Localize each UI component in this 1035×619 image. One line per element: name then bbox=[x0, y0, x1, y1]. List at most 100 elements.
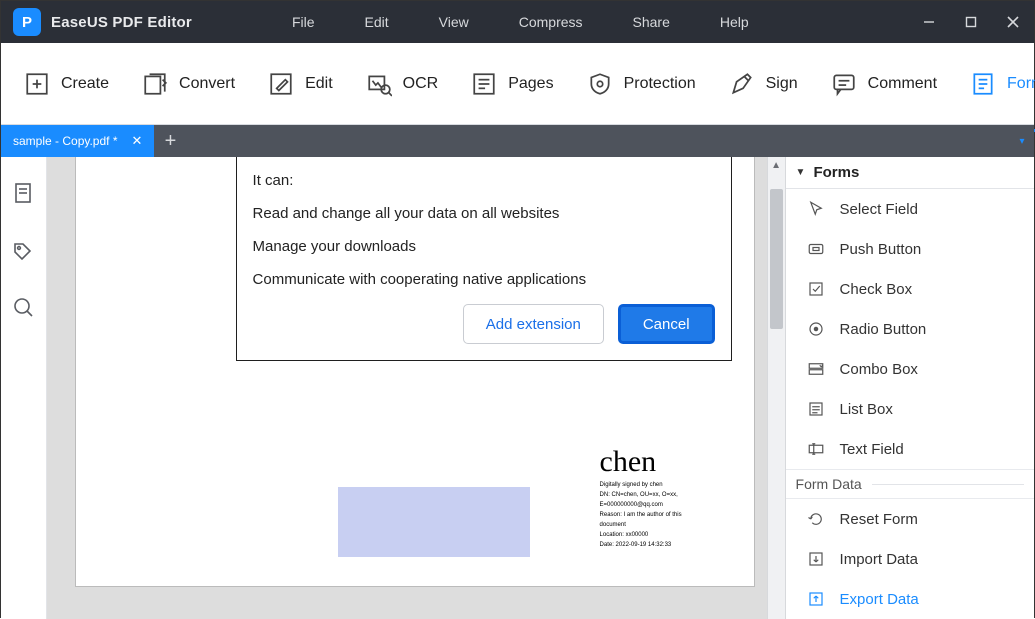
signature-name: chen bbox=[600, 445, 720, 479]
reset-form-button[interactable]: Reset Form bbox=[786, 499, 1034, 539]
ocr-label: OCR bbox=[403, 75, 439, 93]
forms-button[interactable]: Forms bbox=[957, 60, 1035, 108]
signature-line-7: Date: 2022-09-19 14:32:33 bbox=[600, 541, 720, 549]
menu-file[interactable]: File bbox=[292, 14, 315, 30]
digital-signature[interactable]: chen Digitally signed by chen DN: CN=che… bbox=[600, 445, 720, 549]
convert-button[interactable]: Convert bbox=[129, 60, 247, 108]
create-label: Create bbox=[61, 75, 109, 93]
forms-label: Forms bbox=[1007, 75, 1035, 93]
combo-box-tool[interactable]: Combo Box bbox=[786, 349, 1034, 389]
check-box-tool[interactable]: Check Box bbox=[786, 269, 1034, 309]
dialog-lead: It can: bbox=[253, 172, 715, 189]
thumbnails-button[interactable] bbox=[11, 181, 35, 210]
maximize-button[interactable] bbox=[950, 1, 992, 43]
extension-dialog: It can: Read and change all your data on… bbox=[236, 157, 732, 361]
radio-button-label: Radio Button bbox=[840, 321, 927, 338]
ocr-button[interactable]: OCR bbox=[353, 60, 451, 108]
window-controls bbox=[908, 1, 1034, 43]
canvas-viewport[interactable]: It can: Read and change all your data on… bbox=[47, 157, 767, 619]
form-data-label: Form Data bbox=[796, 476, 862, 492]
minimize-button[interactable] bbox=[908, 1, 950, 43]
checkbox-icon bbox=[806, 279, 826, 299]
pages-label: Pages bbox=[508, 75, 553, 93]
radio-icon bbox=[806, 319, 826, 339]
signature-line-6: Location: xx00000 bbox=[600, 531, 720, 539]
convert-icon bbox=[141, 70, 169, 98]
search-icon bbox=[11, 295, 35, 319]
convert-label: Convert bbox=[179, 75, 235, 93]
ocr-icon bbox=[365, 70, 393, 98]
edit-icon bbox=[267, 70, 295, 98]
menu-compress[interactable]: Compress bbox=[519, 14, 583, 30]
signature-line-4: Reason: I am the author of this bbox=[600, 511, 720, 519]
text-field-tool[interactable]: Text Field bbox=[786, 429, 1034, 469]
import-data-label: Import Data bbox=[840, 551, 918, 568]
scroll-up-icon[interactable]: ▲ bbox=[768, 157, 785, 173]
edit-button[interactable]: Edit bbox=[255, 60, 345, 108]
sign-button[interactable]: Sign bbox=[716, 60, 810, 108]
close-icon bbox=[1007, 16, 1019, 28]
import-data-button[interactable]: Import Data bbox=[786, 539, 1034, 579]
search-button[interactable] bbox=[11, 295, 35, 324]
protection-button[interactable]: Protection bbox=[574, 60, 708, 108]
forms-panel: ▼ Forms Select Field Push Button Check B… bbox=[785, 157, 1034, 619]
export-data-button[interactable]: Export Data bbox=[786, 579, 1034, 619]
push-button-label: Push Button bbox=[840, 241, 922, 258]
select-field-tool[interactable]: Select Field bbox=[786, 189, 1034, 229]
button-icon bbox=[806, 239, 826, 259]
tab-dropdown[interactable]: ▾ bbox=[1010, 125, 1034, 157]
radio-button-tool[interactable]: Radio Button bbox=[786, 309, 1034, 349]
create-button[interactable]: Create bbox=[11, 60, 121, 108]
comment-label: Comment bbox=[868, 75, 937, 93]
menu-help[interactable]: Help bbox=[720, 14, 749, 30]
protection-label: Protection bbox=[624, 75, 696, 93]
list-box-label: List Box bbox=[840, 401, 893, 418]
document-tab[interactable]: sample - Copy.pdf * ✕ bbox=[1, 125, 154, 157]
cancel-button[interactable]: Cancel bbox=[618, 304, 715, 344]
dialog-perm-2: Manage your downloads bbox=[253, 238, 715, 255]
maximize-icon bbox=[965, 16, 977, 28]
signature-line-2: DN: CN=chen, OU=xx, O=xx, bbox=[600, 491, 720, 499]
signature-line-5: document bbox=[600, 521, 720, 529]
divider bbox=[872, 484, 1024, 485]
form-data-group: Form Data bbox=[786, 469, 1034, 499]
form-text-field[interactable] bbox=[338, 487, 530, 557]
forms-icon bbox=[969, 70, 997, 98]
add-tab-button[interactable]: + bbox=[154, 125, 186, 157]
text-field-label: Text Field bbox=[840, 441, 904, 458]
push-button-tool[interactable]: Push Button bbox=[786, 229, 1034, 269]
combobox-icon bbox=[806, 359, 826, 379]
list-box-tool[interactable]: List Box bbox=[786, 389, 1034, 429]
tags-button[interactable] bbox=[11, 238, 35, 267]
comment-button[interactable]: Comment bbox=[818, 60, 949, 108]
close-button[interactable] bbox=[992, 1, 1034, 43]
export-data-label: Export Data bbox=[840, 591, 919, 608]
menu-bar: File Edit View Compress Share Help bbox=[292, 14, 749, 30]
menu-edit[interactable]: Edit bbox=[365, 14, 389, 30]
menu-view[interactable]: View bbox=[439, 14, 469, 30]
signature-line-1: Digitally signed by chen bbox=[600, 481, 720, 489]
dialog-perm-3: Communicate with cooperating native appl… bbox=[253, 271, 715, 288]
pointer-icon bbox=[806, 199, 826, 219]
vertical-scrollbar[interactable]: ▲ bbox=[767, 157, 785, 619]
add-extension-button[interactable]: Add extension bbox=[463, 304, 604, 344]
menu-share[interactable]: Share bbox=[633, 14, 670, 30]
pages-button[interactable]: Pages bbox=[458, 60, 565, 108]
comment-icon bbox=[830, 70, 858, 98]
create-icon bbox=[23, 70, 51, 98]
tab-close-button[interactable]: ✕ bbox=[132, 133, 143, 149]
scroll-thumb[interactable] bbox=[770, 189, 783, 329]
app-title: EaseUS PDF Editor bbox=[51, 14, 192, 31]
minimize-icon bbox=[923, 16, 935, 28]
protection-icon bbox=[586, 70, 614, 98]
left-sidebar bbox=[1, 157, 47, 619]
workspace: It can: Read and change all your data on… bbox=[1, 157, 1034, 619]
sign-label: Sign bbox=[766, 75, 798, 93]
export-icon bbox=[806, 589, 826, 609]
forms-panel-header[interactable]: ▼ Forms bbox=[786, 157, 1034, 189]
reset-icon bbox=[806, 509, 826, 529]
combo-box-label: Combo Box bbox=[840, 361, 918, 378]
page-icon bbox=[11, 181, 35, 205]
dialog-perm-1: Read and change all your data on all web… bbox=[253, 205, 715, 222]
reset-form-label: Reset Form bbox=[840, 511, 918, 528]
